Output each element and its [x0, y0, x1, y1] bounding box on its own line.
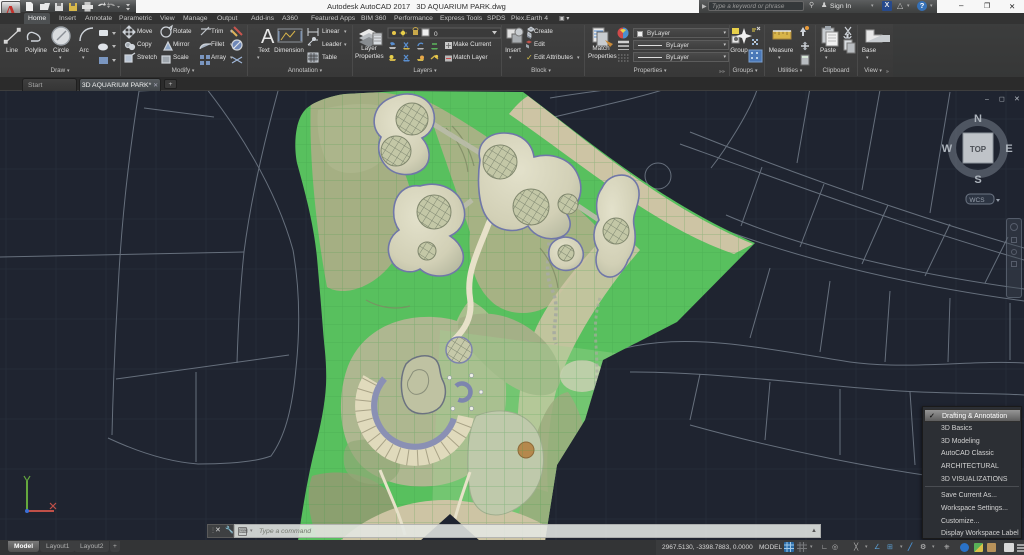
svg-text:W: W	[942, 143, 953, 155]
svg-text:N: N	[974, 113, 982, 125]
svg-text:TOP: TOP	[970, 145, 987, 154]
svg-text:✓: ✓	[526, 53, 533, 62]
svg-text:E: E	[1005, 143, 1012, 155]
svg-text:WCS: WCS	[969, 197, 985, 204]
svg-text:0: 0	[434, 31, 438, 38]
svg-text:S: S	[974, 174, 981, 186]
svg-text:A: A	[261, 26, 275, 48]
